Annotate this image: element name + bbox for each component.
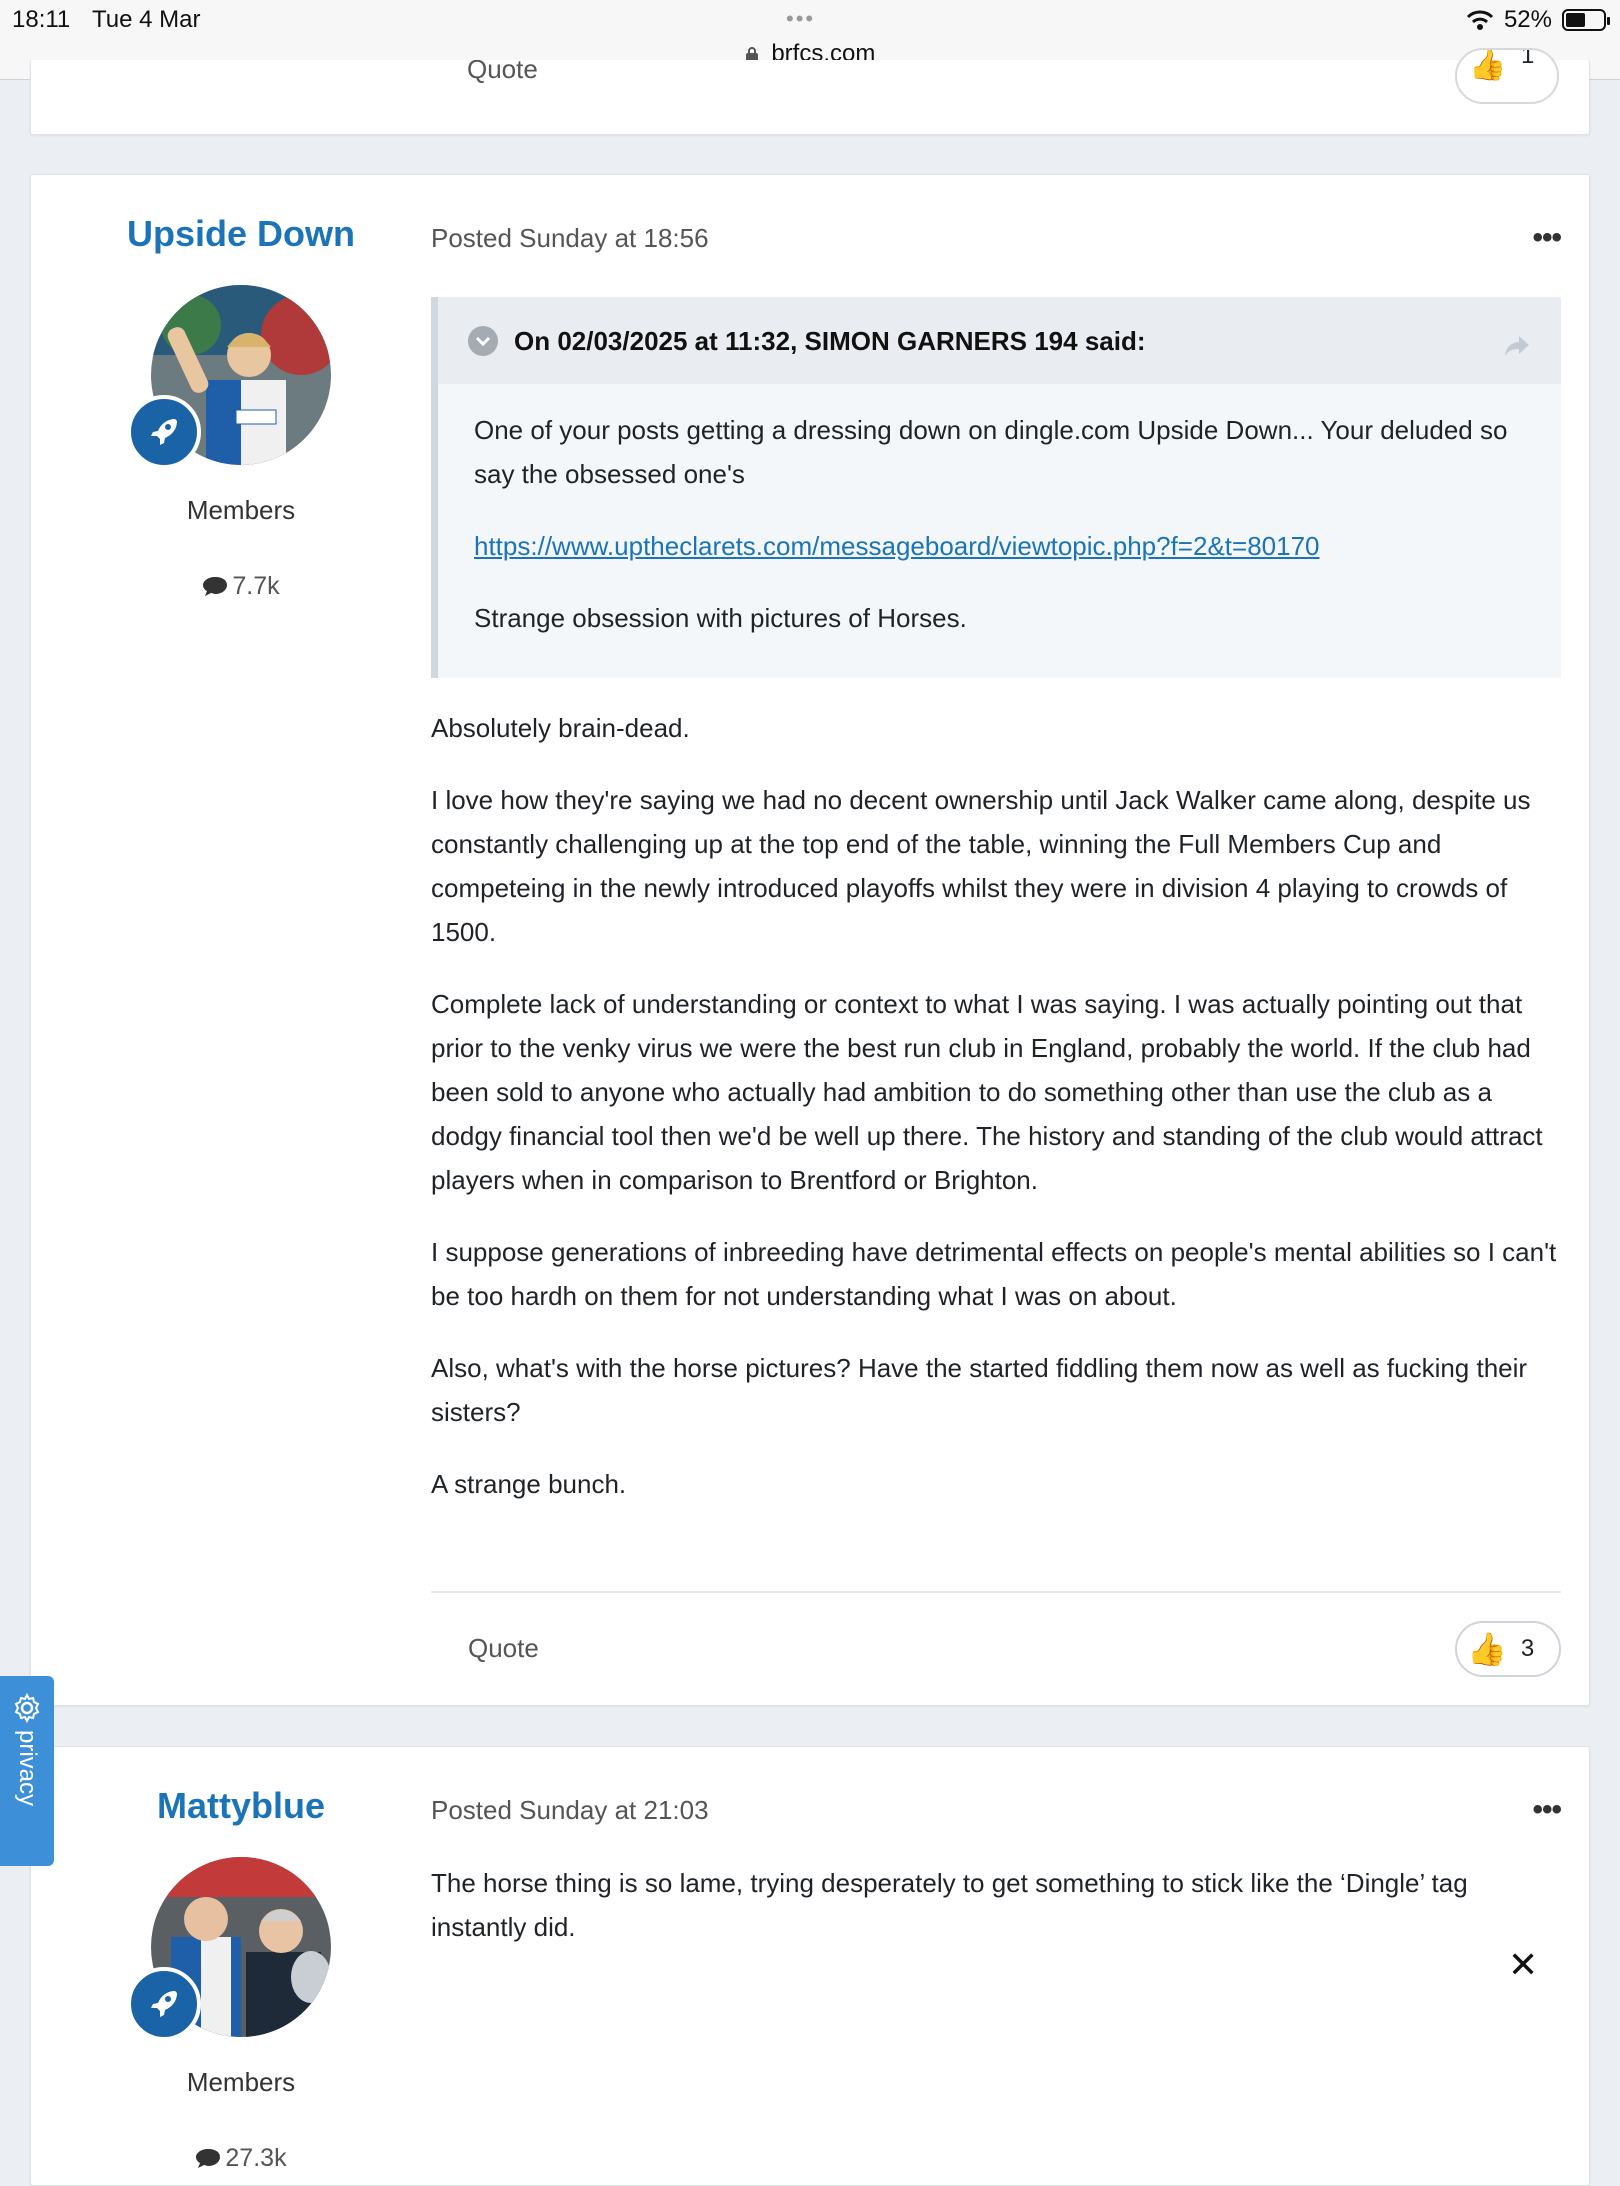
multitask-dots[interactable]: ••• bbox=[786, 6, 815, 32]
chevron-down-icon[interactable] bbox=[468, 325, 498, 356]
post-paragraph: Absolutely brain-dead. bbox=[431, 713, 690, 743]
post-paragraph: Complete lack of understanding or contex… bbox=[431, 989, 1543, 1195]
quote-citation: On 02/03/2025 at 11:32, SIMON GARNERS 19… bbox=[514, 325, 1146, 356]
privacy-label: privacy bbox=[14, 1730, 41, 1807]
post-card: Mattyblue Members 27.3k Posted Sunday at… bbox=[30, 1746, 1590, 2186]
rank-badge bbox=[127, 1967, 201, 2041]
post-card: Upside Down Members 7.7k Posted Sunday a… bbox=[30, 174, 1590, 1706]
wifi-icon bbox=[1466, 10, 1494, 30]
post-footer: Quote 👍 3 bbox=[431, 1591, 1561, 1677]
clock: 18:11 bbox=[12, 6, 71, 33]
post-paragraph: A strange bunch. bbox=[431, 1469, 627, 1499]
author-panel: Upside Down Members 7.7k bbox=[31, 175, 451, 601]
thumbs-up-icon: 👍 bbox=[1469, 49, 1507, 82]
reaction-pill[interactable]: 👍 3 bbox=[1455, 1621, 1561, 1677]
blockquote: On 02/03/2025 at 11:32, SIMON GARNERS 19… bbox=[431, 297, 1561, 678]
post-menu-button[interactable]: ••• bbox=[1532, 1793, 1561, 1827]
quote-paragraph: Strange obsession with pictures of Horse… bbox=[474, 603, 967, 633]
post-paragraph: The horse thing is so lame, trying despe… bbox=[431, 1868, 1468, 1942]
privacy-tab[interactable]: privacy bbox=[0, 1676, 54, 1866]
rocket-icon bbox=[151, 419, 177, 445]
reaction-count: 3 bbox=[1520, 1635, 1535, 1662]
post-paragraph: I love how they're saying we had no dece… bbox=[431, 785, 1531, 947]
post-paragraph: Also, what's with the horse pictures? Ha… bbox=[431, 1353, 1528, 1427]
status-icons: 52% bbox=[1466, 6, 1610, 34]
post-count: 27.3k bbox=[31, 2144, 451, 2173]
quote-link[interactable]: https://www.uptheclarets.com/messageboar… bbox=[474, 531, 1320, 561]
quote-header[interactable]: On 02/03/2025 at 11:32, SIMON GARNERS 19… bbox=[438, 297, 1561, 384]
rocket-icon bbox=[151, 1991, 177, 2017]
author-name[interactable]: Mattyblue bbox=[31, 1785, 451, 1827]
post-body: The horse thing is so lame, trying despe… bbox=[431, 1861, 1561, 1977]
quote-body: One of your posts getting a dressing dow… bbox=[438, 384, 1561, 678]
quote-button[interactable]: Quote bbox=[467, 60, 538, 94]
reaction-pill[interactable]: 👍 1 bbox=[1455, 48, 1559, 104]
author-name[interactable]: Upside Down bbox=[31, 213, 451, 255]
close-icon[interactable]: ✕ bbox=[1508, 1944, 1538, 1986]
rank-badge bbox=[127, 395, 201, 469]
quote-paragraph: One of your posts getting a dressing dow… bbox=[474, 415, 1508, 489]
post-body: On 02/03/2025 at 11:32, SIMON GARNERS 19… bbox=[431, 297, 1561, 1534]
post-menu-button[interactable]: ••• bbox=[1532, 221, 1561, 255]
member-group: Members bbox=[186, 2067, 296, 2097]
battery-percent: 52% bbox=[1503, 6, 1552, 33]
member-group: Members bbox=[186, 495, 296, 525]
post-timestamp[interactable]: Posted Sunday at 18:56 bbox=[431, 223, 709, 254]
speech-bubble-icon bbox=[203, 577, 228, 596]
post-count: 7.7k bbox=[31, 572, 451, 601]
speech-bubble-icon bbox=[196, 2149, 221, 2168]
quote-button[interactable]: Quote bbox=[468, 1633, 539, 1664]
battery-icon bbox=[1562, 9, 1610, 31]
thumbs-up-icon: 👍 bbox=[1467, 1631, 1507, 1667]
gear-icon bbox=[14, 1692, 40, 1724]
share-icon[interactable] bbox=[1503, 327, 1531, 371]
post-paragraph: I suppose generations of inbreeding have… bbox=[431, 1237, 1557, 1311]
author-panel: Mattyblue Members 27.3k bbox=[31, 1747, 451, 2173]
previous-post-card: Quote 👍 1 bbox=[30, 48, 1590, 135]
reaction-count: 1 bbox=[1521, 48, 1535, 69]
post-timestamp[interactable]: Posted Sunday at 21:03 bbox=[431, 1795, 709, 1826]
date: Tue 4 Mar bbox=[92, 6, 201, 33]
